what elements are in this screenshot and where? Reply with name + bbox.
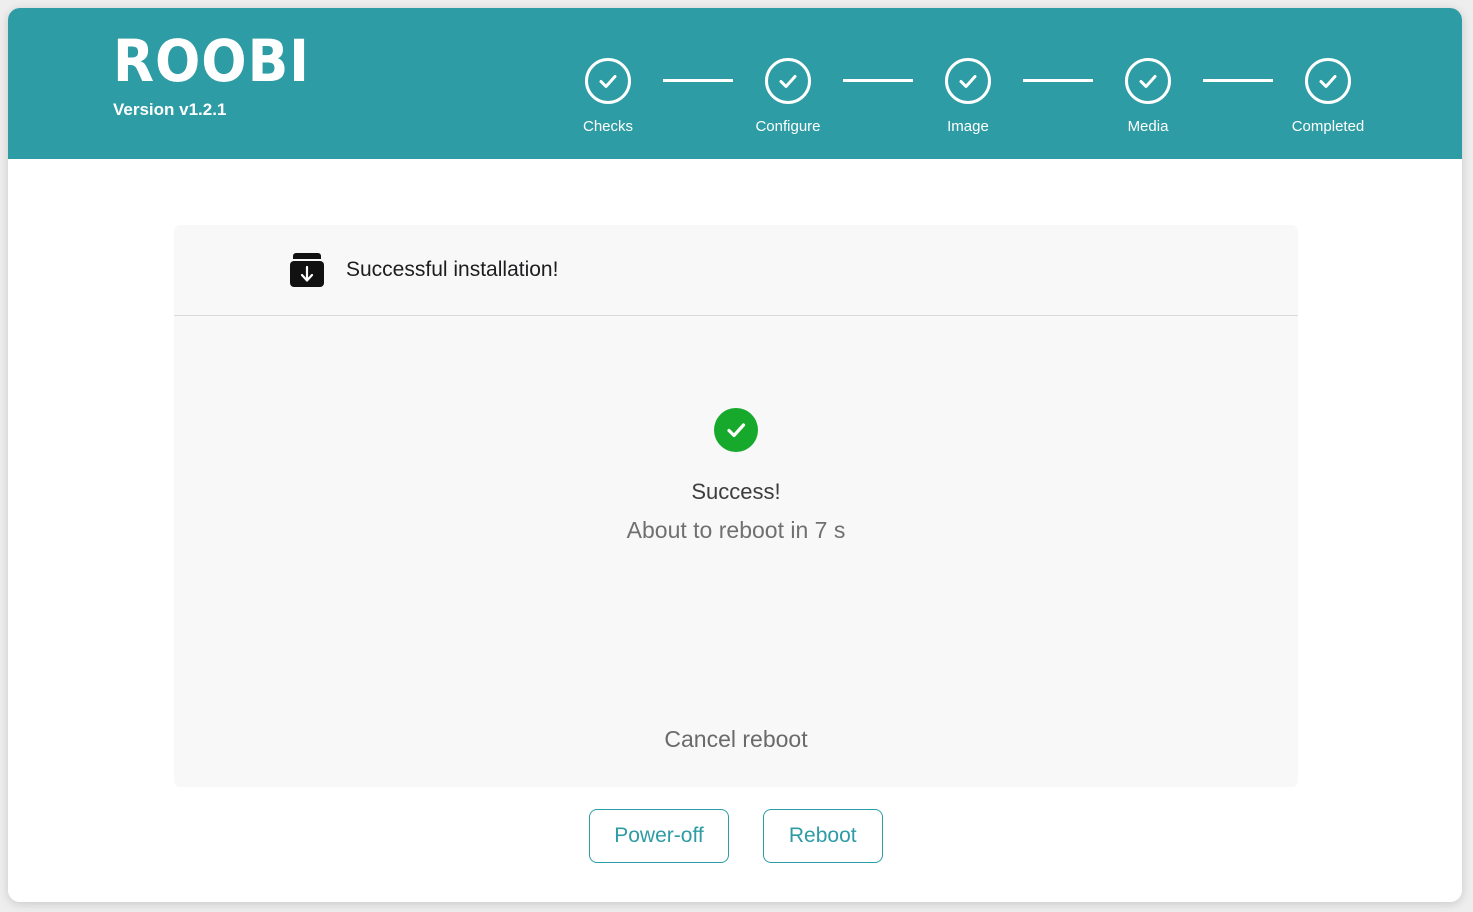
reboot-button[interactable]: Reboot [762, 809, 883, 863]
app-window: ROOBI Version v1.2.1 Checks Configure Im… [8, 8, 1462, 902]
step-connector [663, 79, 733, 82]
install-package-icon [290, 253, 324, 287]
card-body: Success! About to reboot in 7 s Cancel r… [174, 316, 1298, 787]
status-title: Success! [691, 479, 781, 504]
brand: ROOBI Version v1.2.1 [113, 30, 327, 121]
page-title: Successful installation! [346, 258, 559, 281]
app-logo-title: ROOBI [113, 27, 310, 95]
check-circle-icon [945, 58, 991, 104]
status-subtitle: About to reboot in 7 s [626, 517, 846, 543]
check-circle-icon [1305, 58, 1351, 104]
step-label: Checks [582, 118, 634, 135]
step-image[interactable]: Image [913, 58, 1023, 135]
installation-card: Successful installation! Success! About … [174, 225, 1298, 787]
check-circle-icon [765, 58, 811, 104]
step-label: Image [947, 118, 989, 135]
install-package-lid [293, 253, 321, 259]
step-media[interactable]: Media [1093, 58, 1203, 135]
main-content: Successful installation! Success! About … [8, 159, 1462, 902]
check-circle-icon [1125, 58, 1171, 104]
success-status: Success! About to reboot in 7 s [174, 408, 1298, 544]
power-off-button[interactable]: Power-off [589, 809, 729, 863]
step-completed[interactable]: Completed [1273, 58, 1383, 135]
check-circle-icon [585, 58, 631, 104]
app-version-label: Version v1.2.1 [113, 100, 227, 119]
step-connector [1203, 79, 1273, 82]
step-label: Media [1127, 118, 1169, 135]
step-label: Completed [1291, 118, 1365, 135]
step-checks[interactable]: Checks [553, 58, 663, 135]
install-package-body [290, 261, 324, 287]
cancel-reboot-button[interactable]: Cancel reboot [174, 726, 1298, 753]
card-header: Successful installation! [174, 225, 1298, 316]
success-check-icon [714, 408, 758, 452]
footer-actions: Power-off Reboot [174, 809, 1298, 863]
step-connector [1023, 79, 1093, 82]
app-header: ROOBI Version v1.2.1 Checks Configure Im… [8, 8, 1462, 159]
step-connector [843, 79, 913, 82]
step-configure[interactable]: Configure [733, 58, 843, 135]
progress-stepper: Checks Configure Image Media Completed [553, 58, 1383, 135]
step-label: Configure [755, 118, 821, 135]
